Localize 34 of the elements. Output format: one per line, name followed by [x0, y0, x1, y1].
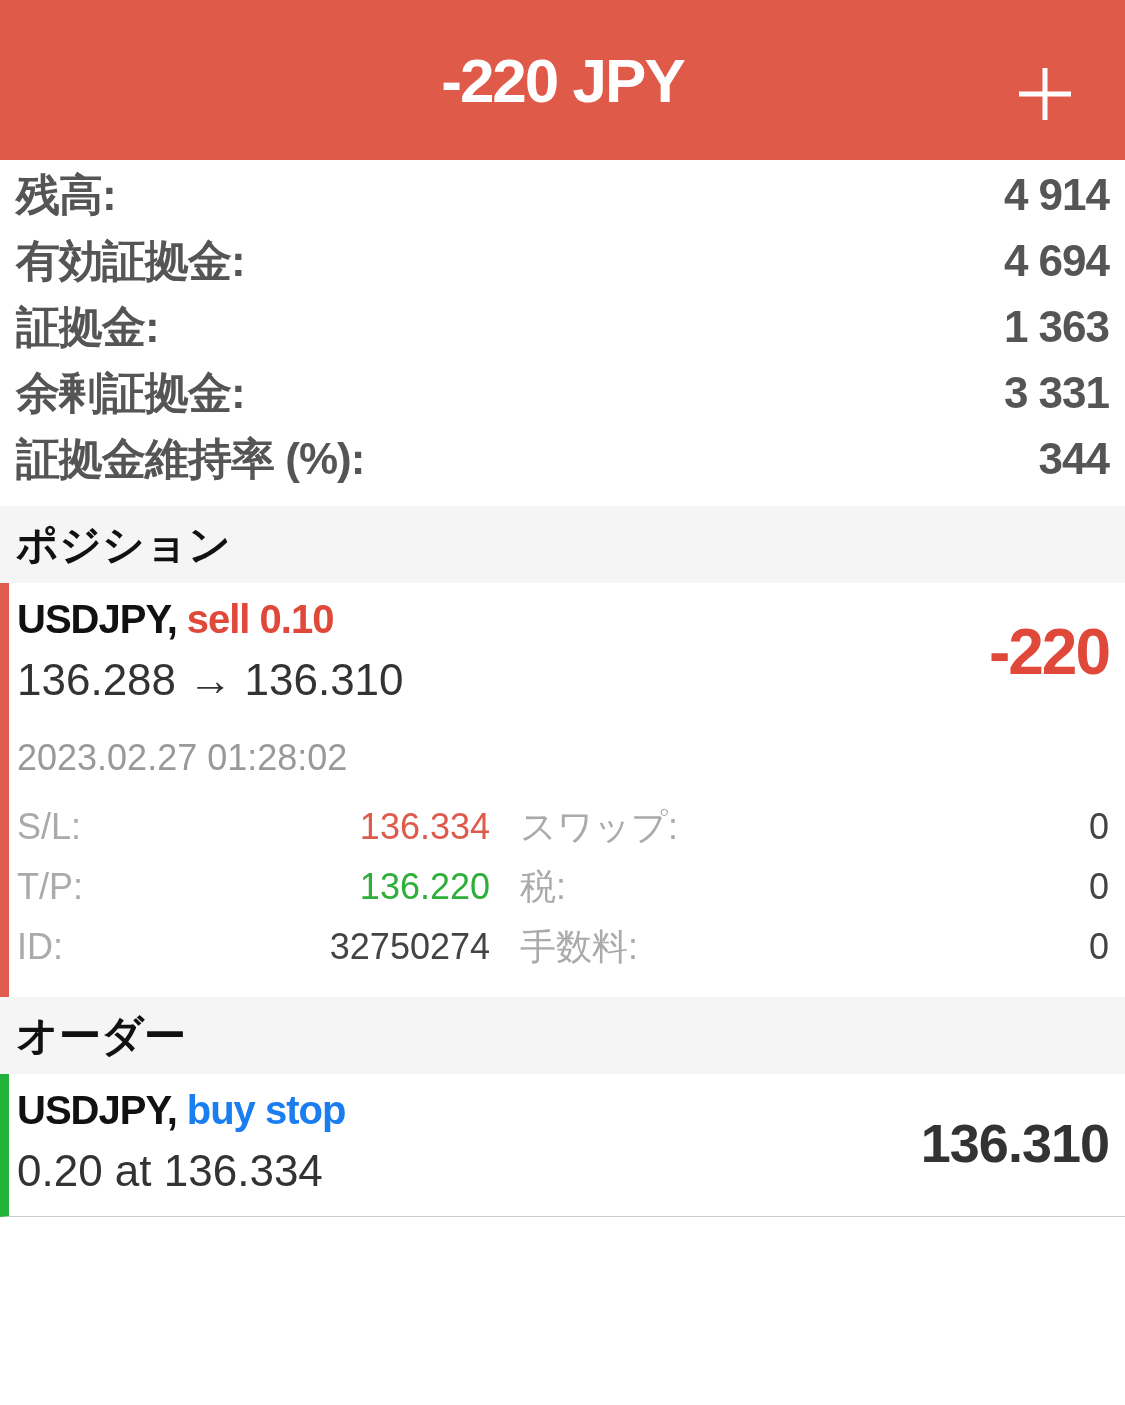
detail-value: 32750274 — [328, 925, 490, 969]
detail-label: 税: — [520, 864, 567, 909]
summary-label: 証拠金維持率 (%): — [16, 432, 365, 485]
detail-label: ID: — [17, 925, 64, 969]
order-card[interactable]: USDJPY, buy stop 0.20 at 136.334 136.310 — [0, 1074, 1125, 1217]
summary-label: 有効証拠金: — [16, 234, 245, 287]
section-header: オーダー — [0, 997, 1125, 1074]
detail-label: T/P: — [17, 865, 84, 909]
detail-value: 0 — [1087, 865, 1109, 909]
order-volume-price: 0.20 at 136.334 — [17, 1145, 324, 1197]
add-icon[interactable] — [1017, 66, 1073, 122]
detail-label: スワップ: — [520, 804, 679, 849]
position-prices: 136.288 → 136.310 — [17, 654, 404, 706]
account-profit-title: -220 JPY — [441, 44, 684, 116]
detail-value: 136.220 — [358, 865, 490, 909]
summary-value: 3 331 — [1003, 368, 1109, 418]
summary-label: 余剰証拠金: — [16, 366, 245, 419]
summary-value: 1 363 — [1003, 302, 1109, 352]
summary-value: 4 694 — [1003, 236, 1109, 286]
detail-label: S/L: — [17, 805, 83, 849]
detail-value: 0 — [1087, 805, 1109, 849]
position-profit: -220 — [988, 615, 1109, 689]
summary-label: 証拠金: — [16, 300, 159, 353]
summary-label: 残高: — [16, 168, 116, 221]
summary-value: 4 914 — [1003, 170, 1109, 220]
detail-value: 0 — [1087, 925, 1109, 969]
position-symbol: USDJPY, sell 0.10 — [17, 595, 335, 643]
order-symbol: USDJPY, buy stop — [17, 1086, 346, 1134]
order-price: 136.310 — [920, 1112, 1109, 1174]
summary-value: 344 — [1038, 434, 1109, 484]
detail-label: 手数料: — [520, 924, 639, 969]
position-time: 2023.02.27 01:28:02 — [17, 736, 349, 780]
section-header: ポジション — [0, 506, 1125, 583]
detail-value: 136.334 — [358, 805, 490, 849]
